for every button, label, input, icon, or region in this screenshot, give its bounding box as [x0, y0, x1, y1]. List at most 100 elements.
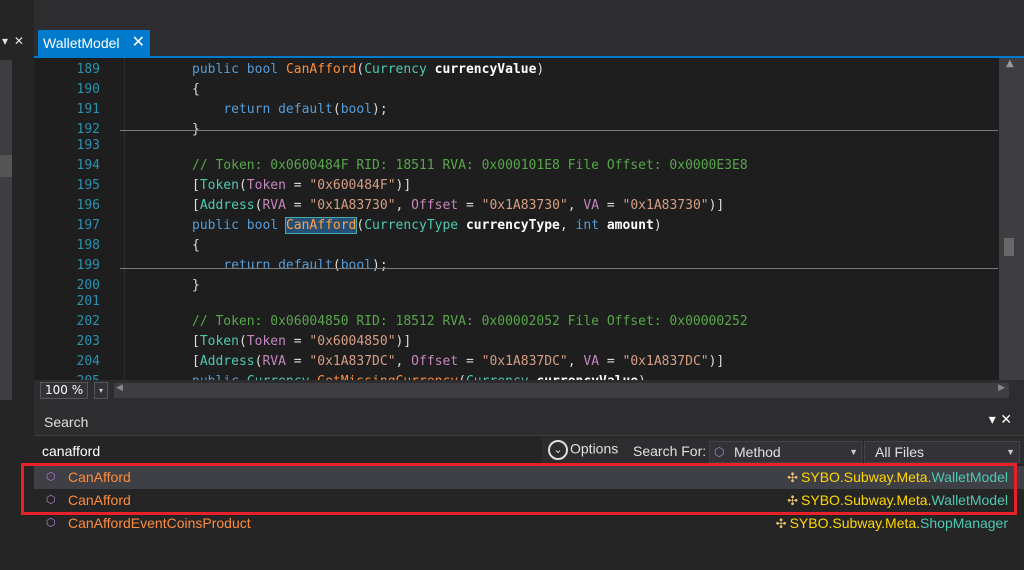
code-token: Token	[199, 178, 239, 193]
code-line: 204 [Address(RVA = "0x1A837DC", Offset = …	[34, 354, 999, 374]
code-token: amount	[606, 218, 654, 233]
highlight-annotation-box	[21, 463, 1017, 515]
code-token: )]	[708, 198, 725, 213]
code-token: "0x1A83730"	[481, 198, 568, 213]
code-text: public bool CanAfford(Currency currencyV…	[192, 62, 544, 77]
tab-title: WalletModel	[43, 35, 120, 51]
code-token: public	[192, 218, 247, 233]
line-number: 199	[76, 258, 100, 273]
code-token: Token	[246, 334, 286, 349]
line-number: 197	[76, 218, 100, 233]
code-editor[interactable]: 189 public bool CanAfford(Currency curren…	[34, 58, 999, 380]
code-token: bool	[246, 62, 286, 77]
code-token: RVA	[262, 354, 286, 369]
line-number: 196	[76, 198, 100, 213]
panel-controls-icon[interactable]: ▾ ✕	[989, 412, 1012, 428]
code-token: RVA	[262, 198, 286, 213]
scroll-thumb[interactable]	[1004, 238, 1014, 256]
scroll-right-icon[interactable]: ▶	[998, 383, 1005, 393]
close-icon[interactable]: ✕	[14, 34, 24, 48]
code-text: // Token: 0x0600484F RID: 18511 RVA: 0x0…	[192, 158, 748, 173]
code-token: (	[332, 102, 341, 117]
code-token: bool	[246, 218, 286, 233]
code-token: currencyValue	[434, 62, 537, 77]
tab-wallet-model[interactable]: WalletModel ✕	[38, 30, 150, 56]
code-token: }	[192, 278, 200, 293]
zoom-dropdown-icon[interactable]: ▾	[94, 382, 108, 399]
line-number: 200	[76, 278, 100, 293]
code-text: [Token(Token = "0x600484F")]	[192, 178, 411, 193]
method-cube-icon: ⬡	[46, 517, 56, 529]
code-token: ,	[395, 198, 412, 213]
code-line: 201	[34, 294, 999, 314]
tab-close-icon[interactable]: ✕	[132, 30, 145, 56]
code-token: Token	[199, 334, 239, 349]
search-input[interactable]: canafford	[38, 438, 536, 464]
code-token: )]	[395, 178, 412, 193]
method-cube-icon: ⬡	[714, 445, 725, 459]
code-token: ,	[567, 354, 584, 369]
code-token: );	[372, 102, 388, 117]
code-token: Currency	[364, 62, 435, 77]
method-separator	[120, 130, 998, 131]
search-result-item[interactable]: ⬡ CanAffordEventCoinsProduct ✣ SYBO.Subway.…	[34, 512, 1024, 535]
result-namespace: SYBO.Subway.Meta.	[789, 515, 921, 531]
code-token: "0x1A837DC"	[622, 354, 709, 369]
code-token: =	[458, 354, 482, 369]
code-token: [	[192, 198, 200, 213]
chevron-down-icon: ⌄	[548, 440, 568, 460]
code-token: (	[238, 178, 247, 193]
code-text: [Token(Token = "0x6004850")]	[192, 334, 411, 349]
code-line: 203 [Token(Token = "0x6004850")]	[34, 334, 999, 354]
line-number: 204	[76, 354, 100, 369]
code-line: 197 public bool CanAfford(CurrencyType cu…	[34, 217, 999, 238]
code-token: "0x1A83730"	[622, 198, 709, 213]
code-token: {	[192, 238, 200, 253]
code-token: )]	[395, 334, 412, 349]
editor-horizontal-scrollbar[interactable]: ◀ ▶	[114, 383, 1009, 398]
line-number: 202	[76, 314, 100, 329]
code-token: bool	[340, 258, 373, 273]
highlighted-match: CanAfford	[284, 217, 358, 234]
editor-vertical-scrollbar[interactable]: ▲	[999, 58, 1024, 380]
code-token: VA	[583, 198, 600, 213]
code-token: VA	[583, 354, 600, 369]
chevron-down-icon: ▼	[849, 447, 858, 457]
left-panel-scroll-thumb[interactable]	[0, 155, 12, 177]
options-button[interactable]: ⌄ Options	[548, 440, 618, 460]
code-text: return default(bool);	[192, 102, 388, 117]
method-separator	[120, 268, 998, 269]
code-token: int	[575, 218, 607, 233]
dropdown-icon[interactable]: ▾	[2, 34, 8, 48]
scroll-left-icon[interactable]: ◀	[116, 383, 123, 393]
search-for-label: Search For:	[633, 443, 707, 459]
scroll-up-icon[interactable]: ▲	[1006, 58, 1014, 69]
line-number: 190	[76, 82, 100, 97]
chevron-down-icon: ▼	[1006, 447, 1015, 457]
left-panel-scroll-track[interactable]	[0, 60, 12, 400]
code-text: {	[192, 82, 200, 97]
code-token: );	[372, 258, 388, 273]
panel-splitter[interactable]	[34, 400, 1024, 408]
code-token: )]	[708, 354, 725, 369]
code-token: [	[192, 354, 200, 369]
search-panel-title: Search	[44, 414, 89, 430]
code-token: )	[653, 218, 662, 233]
code-line: 194 // Token: 0x0600484F RID: 18511 RVA: …	[34, 158, 999, 178]
search-type-select[interactable]: ⬡ Method ▼	[709, 441, 862, 463]
code-token: Address	[199, 354, 255, 369]
code-token: ,	[567, 198, 584, 213]
code-token: return default	[223, 258, 333, 273]
search-options-bar: ⌄ Options Search For: ⬡ Method ▼ All File…	[542, 438, 1024, 464]
zoom-level[interactable]: 100 %	[40, 382, 89, 399]
code-line: 196 [Address(RVA = "0x1A83730", Offset = …	[34, 198, 999, 218]
line-number: 189	[76, 62, 100, 77]
line-number: 194	[76, 158, 100, 173]
search-scope-select[interactable]: All Files ▼	[864, 441, 1020, 463]
line-number: 192	[76, 122, 100, 137]
result-name: CanAffordEventCoinsProduct	[68, 515, 251, 531]
code-token: ,	[559, 218, 576, 233]
line-number: 191	[76, 102, 100, 117]
code-token: Offset	[411, 354, 459, 369]
